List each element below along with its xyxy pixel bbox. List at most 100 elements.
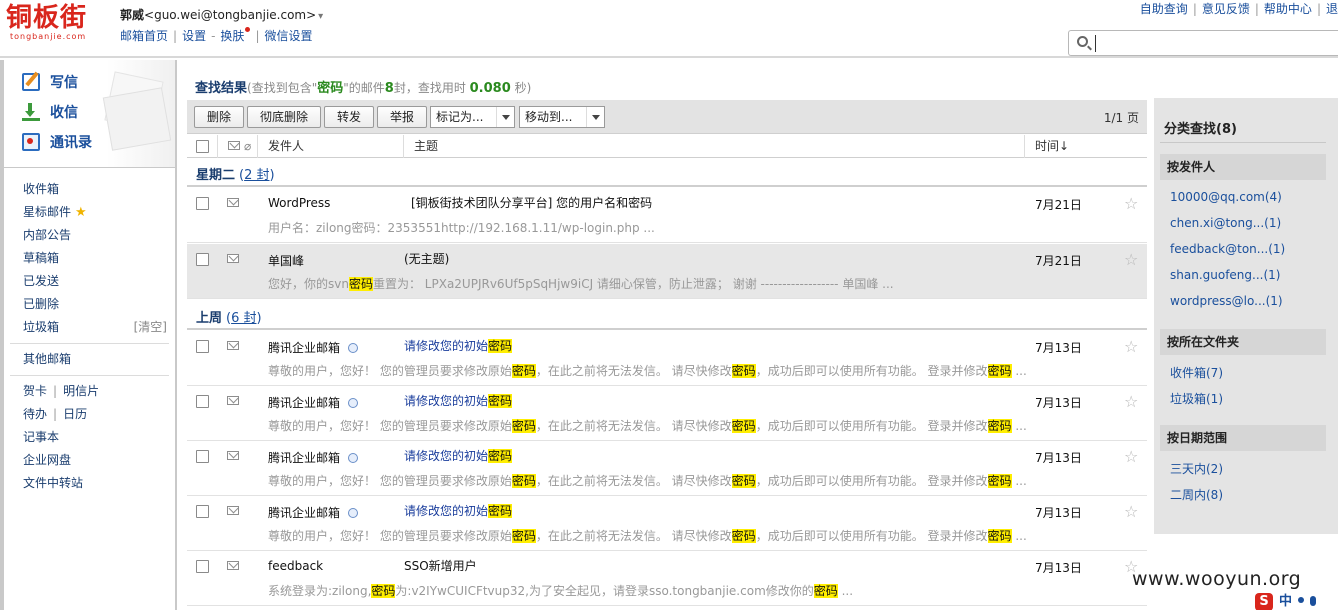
- row-subject[interactable]: [铜板街技术团队分享平台] 您的用户名和密码: [411, 194, 652, 211]
- col-subject[interactable]: 主题: [403, 135, 1024, 158]
- row-subject[interactable]: SSO新增用户: [404, 557, 477, 574]
- ime-punct-icon[interactable]: [1298, 597, 1305, 603]
- move-to-select[interactable]: 移动到...: [519, 106, 605, 128]
- link-logout[interactable]: 退: [1326, 2, 1338, 16]
- page-title: 查找结果(查找到包含"密码"的邮件8封，查找用时 0.080 秒): [195, 77, 531, 96]
- col-flags: ⌀: [217, 135, 257, 158]
- row-subject[interactable]: 请修改您的初始密码: [404, 447, 513, 464]
- row-checkbox[interactable]: [196, 450, 209, 463]
- tool-greeting-card[interactable]: 贺卡: [23, 384, 47, 398]
- by-sender-header: 按发件人: [1160, 154, 1326, 180]
- date-filter-item[interactable]: 三天内(2): [1170, 460, 1223, 477]
- ime-toolbar[interactable]: S中: [1255, 590, 1333, 610]
- row-subject[interactable]: 请修改您的初始密码: [404, 502, 513, 519]
- folder-list: 收件箱 星标邮件 ★ 内部公告 草稿箱 已发送 已删除 垃圾箱 [清空] 其他邮箱 …: [4, 168, 175, 495]
- folder-filter-item[interactable]: 垃圾箱(1): [1170, 390, 1223, 407]
- delete-forever-button[interactable]: 彻底删除: [247, 106, 321, 128]
- row-checkbox[interactable]: [196, 253, 209, 266]
- col-sender[interactable]: 发件人: [257, 135, 403, 158]
- group-count-link[interactable]: 2 封: [244, 168, 269, 183]
- star-icon[interactable]: ☆: [1124, 392, 1138, 411]
- microphone-icon[interactable]: [1310, 596, 1317, 606]
- contacts-button[interactable]: 通讯录: [22, 130, 172, 156]
- receive-button[interactable]: 收信: [22, 100, 172, 126]
- star-icon[interactable]: ☆: [1124, 447, 1138, 466]
- keyword-highlight: 密码: [488, 504, 513, 518]
- search-input[interactable]: [1095, 35, 1335, 52]
- row-checkbox[interactable]: [196, 395, 209, 408]
- logo[interactable]: 铜板街 tongbanjie.com: [6, 4, 106, 42]
- mail-row[interactable]: 腾讯企业邮箱 请修改您的初始密码 7月13日 ☆ 尊敬的用户，您好！ 您的管理员…: [187, 441, 1147, 496]
- tool-notepad[interactable]: 记事本: [4, 426, 175, 449]
- folder-spam[interactable]: 垃圾箱 [清空]: [4, 316, 175, 339]
- tool-calendar[interactable]: 日历: [63, 407, 87, 421]
- receive-label: 收信: [50, 105, 78, 121]
- nav-mail-home[interactable]: 邮箱首页: [120, 29, 168, 43]
- verified-icon: [348, 343, 359, 353]
- col-time[interactable]: 时间↓: [1024, 135, 1147, 158]
- nav-wechat-settings[interactable]: 微信设置: [264, 29, 312, 43]
- mail-row[interactable]: 腾讯企业邮箱 请修改您的初始密码 7月13日 ☆ 尊敬的用户，您好！ 您的管理员…: [187, 386, 1147, 441]
- folder-starred[interactable]: 星标邮件 ★: [4, 201, 175, 224]
- folder-sent[interactable]: 已发送: [4, 270, 175, 293]
- sender-filter-item[interactable]: wordpress@lo...(1): [1170, 294, 1283, 308]
- star-icon[interactable]: ☆: [1124, 337, 1138, 356]
- row-checkbox[interactable]: [196, 197, 209, 210]
- folder-filter-item[interactable]: 收件箱(7): [1170, 364, 1223, 381]
- account-menu[interactable]: 郭威<guo.wei@tongbanjie.com> ▾: [120, 6, 323, 23]
- sender-filter-item[interactable]: shan.guofeng...(1): [1170, 268, 1280, 282]
- folder-inbox[interactable]: 收件箱: [4, 178, 175, 201]
- subject-text: 请修改您的初始: [404, 394, 489, 408]
- other-mailboxes[interactable]: 其他邮箱: [4, 348, 175, 371]
- tool-file-transfer[interactable]: 文件中转站: [4, 472, 175, 495]
- row-checkbox[interactable]: [196, 560, 209, 573]
- link-help[interactable]: 帮助中心: [1264, 2, 1312, 16]
- search-box: [1068, 30, 1338, 56]
- mail-row[interactable]: WordPress [铜板街技术团队分享平台] 您的用户名和密码 7月21日 ☆…: [187, 188, 1147, 243]
- title-sub-mid2: 封，查找用时: [393, 81, 470, 95]
- tool-postcard[interactable]: 明信片: [63, 384, 99, 398]
- search-icon[interactable]: [1077, 36, 1088, 47]
- mail-row[interactable]: 腾讯企业邮箱 请修改您的初始密码 7月13日 ☆ 尊敬的用户，您好！ 您的管理员…: [187, 331, 1147, 386]
- row-subject[interactable]: 请修改您的初始密码: [404, 392, 513, 409]
- ime-language[interactable]: 中: [1279, 594, 1292, 609]
- row-checkbox[interactable]: [196, 340, 209, 353]
- contacts-label: 通讯录: [50, 135, 92, 151]
- star-icon[interactable]: ☆: [1124, 194, 1138, 213]
- mail-row[interactable]: 腾讯企业邮箱 请修改您的初始密码 7月13日 ☆ 尊敬的用户，您好！ 您的管理员…: [187, 496, 1147, 551]
- row-subject[interactable]: (无主题): [404, 250, 449, 267]
- nav-settings[interactable]: 设置: [182, 29, 206, 43]
- delete-button[interactable]: 删除: [194, 106, 244, 128]
- compose-button[interactable]: 写信: [22, 70, 172, 96]
- row-subject[interactable]: 请修改您的初始密码: [404, 337, 513, 354]
- report-button[interactable]: 举报: [377, 106, 427, 128]
- date-filter-item[interactable]: 二周内(8): [1170, 486, 1223, 503]
- row-date: 7月13日: [1035, 451, 1082, 465]
- nav-skin[interactable]: 换肤: [220, 29, 244, 43]
- sender-filter-item[interactable]: 10000@qq.com(4): [1170, 190, 1282, 204]
- link-self-query[interactable]: 自助查询: [1140, 2, 1188, 16]
- row-date: 7月13日: [1035, 341, 1082, 355]
- sender-filter-item[interactable]: chen.xi@tong...(1): [1170, 216, 1281, 230]
- mark-as-select[interactable]: 标记为...: [430, 106, 515, 128]
- group-count-link[interactable]: 6 封: [231, 311, 256, 326]
- select-all-checkbox[interactable]: [196, 140, 209, 153]
- sender-filter-item[interactable]: feedback@ton...(1): [1170, 242, 1285, 256]
- folder-drafts[interactable]: 草稿箱: [4, 247, 175, 270]
- star-icon[interactable]: ☆: [1124, 250, 1138, 269]
- link-feedback[interactable]: 意见反馈: [1202, 2, 1250, 16]
- verified-icon: [348, 398, 359, 408]
- divider: [10, 375, 169, 376]
- empty-spam-link[interactable]: [清空]: [134, 316, 167, 339]
- tool-netdisk[interactable]: 企业网盘: [4, 449, 175, 472]
- chevron-down-icon[interactable]: ▾: [318, 11, 323, 22]
- mail-row[interactable]: feedback SSO新增用户 7月13日 ☆ 系统登录为:zilong,密码…: [187, 551, 1147, 606]
- star-icon[interactable]: ☆: [1124, 502, 1138, 521]
- tool-todo[interactable]: 待办: [23, 407, 47, 421]
- forward-button[interactable]: 转发: [324, 106, 374, 128]
- row-checkbox[interactable]: [196, 505, 209, 518]
- quick-actions: 写信 收信 通讯录: [4, 60, 175, 168]
- folder-deleted[interactable]: 已删除: [4, 293, 175, 316]
- folder-announcements[interactable]: 内部公告: [4, 224, 175, 247]
- mail-row[interactable]: 单国峰 (无主题) 7月21日 ☆ 您好，你的svn密码重置为： LPXa2UP…: [187, 244, 1147, 299]
